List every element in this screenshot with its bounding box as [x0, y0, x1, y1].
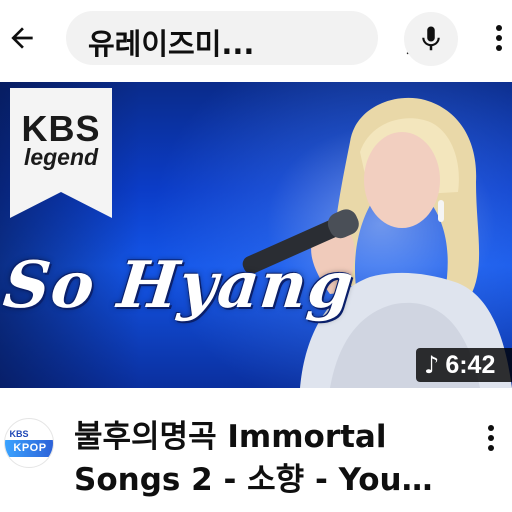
- channel-avatar[interactable]: KBS KPOP: [4, 418, 54, 468]
- arrow-left-icon: [11, 27, 33, 49]
- video-thumbnail[interactable]: KBS legend So Hyang ♪ 6:42: [0, 82, 512, 388]
- duration-badge: ♪ 6:42: [416, 348, 512, 382]
- search-input[interactable]: 유레이즈미...: [66, 11, 420, 65]
- avatar-kbs-text: KBS: [9, 429, 29, 439]
- voice-search-button[interactable]: [404, 12, 458, 66]
- topbar-more-button[interactable]: [486, 18, 512, 58]
- badge-legend-text: legend: [23, 144, 99, 170]
- music-note-icon: ♪: [424, 351, 440, 379]
- back-button[interactable]: [2, 16, 42, 60]
- video-info-row: KBS KPOP 불후의명곡 Immortal Songs 2 - 소향 - Y…: [0, 388, 512, 512]
- top-search-bar: 유레이즈미...: [0, 0, 512, 80]
- thumbnail-title-overlay: So Hyang: [0, 248, 358, 323]
- more-vert-icon: [496, 25, 502, 51]
- duration-text: 6:42: [445, 350, 496, 379]
- search-query-text: 유레이즈미...: [88, 27, 255, 61]
- video-more-button[interactable]: [478, 418, 504, 458]
- microphone-icon: [422, 26, 440, 51]
- avatar-kpop-text: KPOP: [5, 440, 53, 457]
- video-title[interactable]: 불후의명곡 Immortal Songs 2 - 소향 - You Raise …: [74, 416, 474, 502]
- more-vert-icon: [488, 425, 494, 451]
